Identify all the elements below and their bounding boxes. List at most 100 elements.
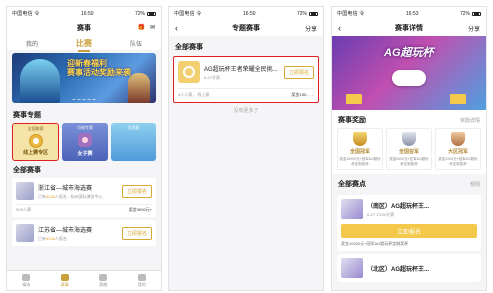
event-mode: 4人人赛， 线上赛 bbox=[178, 92, 210, 97]
page-header: ‹ 专题赛事 分享 bbox=[169, 20, 323, 36]
tabbar-me[interactable]: 我的 bbox=[130, 273, 154, 288]
time-label: 16:50 bbox=[243, 10, 256, 17]
battery-label: 72% bbox=[134, 10, 145, 17]
emblem-icon bbox=[77, 133, 92, 147]
chevron-down-icon[interactable]: ⌄ bbox=[311, 92, 314, 97]
rules-link[interactable]: 规则 bbox=[470, 181, 480, 188]
topic-label: 线上赛专区 bbox=[23, 150, 49, 156]
time-label: 16:50 bbox=[81, 10, 94, 17]
share-button[interactable]: 分享 bbox=[468, 24, 480, 33]
event-name: 江苏省—城市海选赛 bbox=[38, 227, 93, 234]
match-name: （南区）AG超玩杯王... bbox=[367, 203, 430, 210]
silver-trophy-icon bbox=[402, 132, 416, 146]
event-date: 6-27开赛 bbox=[204, 74, 221, 80]
signup-button[interactable]: 立即报名 bbox=[121, 226, 152, 240]
awards-title: 赛事奖励 bbox=[338, 117, 366, 124]
match-card[interactable]: （北区）AG超玩杯王... bbox=[337, 254, 481, 282]
signup-button[interactable]: 立即报名 bbox=[283, 65, 314, 79]
community-icon bbox=[99, 273, 108, 281]
carrier-label: 中国电信 令 bbox=[337, 11, 365, 17]
topics-row: 全国联赛 线上赛专区 巾帼专赛 女子赛 全国赛 bbox=[7, 123, 161, 161]
home-icon bbox=[22, 273, 31, 281]
user-icon bbox=[137, 273, 146, 281]
event-thumbnail bbox=[16, 224, 34, 242]
page-title: 赛事详情 bbox=[395, 25, 423, 32]
battery-label: 72% bbox=[296, 10, 307, 17]
event-card-highlighted[interactable]: AG超玩杯王者荣耀全民挑... 6-27开赛 立即报名 4人人赛， 线上赛 奖金1… bbox=[173, 56, 319, 103]
match-card[interactable]: （南区）AG超玩杯王... 6-27 13:00开赛 立即报名 奖金10000元… bbox=[337, 195, 481, 251]
bottom-tabbar: 精选 赛事 赛圈 我的 bbox=[7, 270, 161, 290]
coin-icon bbox=[28, 134, 43, 148]
message-icon[interactable]: ✉ bbox=[150, 24, 155, 31]
event-banner: AG超玩杯 bbox=[332, 36, 486, 110]
event-name: AG超玩杯王者荣耀全民挑... bbox=[204, 66, 278, 73]
carrier-label: 中国电信 令 bbox=[174, 11, 202, 17]
back-icon[interactable]: ‹ bbox=[338, 23, 341, 33]
topic-women[interactable]: 巾帼专赛 女子赛 bbox=[62, 123, 108, 161]
event-prize: 奖金150... bbox=[291, 92, 310, 97]
awards-more-link[interactable]: 奖励详情 bbox=[460, 117, 480, 124]
topic-online[interactable]: 全国联赛 线上赛专区 bbox=[12, 123, 60, 161]
no-more-label: 没有更多了 bbox=[233, 108, 259, 114]
battery-label: 72% bbox=[459, 10, 470, 17]
back-icon[interactable]: ‹ bbox=[175, 23, 178, 33]
block-decoration bbox=[450, 94, 466, 104]
award-item: 全国亚军 奖金5000元+亚军AG超玩杯定制奖杯 bbox=[386, 128, 432, 170]
block-decoration bbox=[346, 94, 362, 104]
match-name: （北区）AG超玩杯王... bbox=[367, 266, 430, 273]
event-sub: 已有4226人报名 · 杭州国际博览中心 bbox=[38, 193, 103, 199]
status-bar: 中国电信 令 16:53 72% bbox=[332, 7, 486, 20]
carrier-label: 中国电信 令 bbox=[12, 11, 40, 17]
signup-button[interactable]: 立即报名 bbox=[341, 224, 477, 238]
awards-row: 全国冠军 奖金10000元+冠军AG超玩杯定制奖杯 全国亚军 奖金5000元+亚军A… bbox=[332, 128, 486, 174]
hero-figure-secondary bbox=[128, 73, 150, 103]
topic-national[interactable]: 全国赛 bbox=[110, 123, 156, 161]
page-header: ‹ 赛事详情 分享 bbox=[332, 20, 486, 36]
topic-tag: 巾帼专赛 bbox=[76, 125, 93, 130]
trophy-icon bbox=[60, 273, 69, 281]
tab-teams[interactable]: 队伍 bbox=[130, 39, 142, 48]
award-item: 大区冠军 奖金1000元+冠军AG超玩杯定制奖杯 bbox=[435, 128, 481, 170]
event-thumbnail bbox=[16, 182, 34, 200]
match-thumbnail bbox=[341, 199, 363, 219]
tabbar-home[interactable]: 精选 bbox=[14, 273, 38, 288]
promo-banner[interactable]: 迎新春福利 赛事活动奖励来袭 bbox=[12, 53, 156, 103]
share-button[interactable]: 分享 bbox=[305, 24, 317, 33]
tab-matches[interactable]: 比赛 bbox=[76, 38, 92, 52]
match-prize: 奖金10000元+冠军AG超玩杯定制奖杯 bbox=[341, 241, 409, 246]
hero-figure bbox=[20, 59, 60, 103]
match-date: 6-27 13:00开赛 bbox=[367, 211, 395, 217]
signup-button[interactable]: 立即报名 bbox=[121, 184, 152, 198]
page-header: 赛事 🎁 ✉ bbox=[7, 20, 161, 36]
points-header: 全部赛点 规则 bbox=[332, 174, 486, 192]
match-thumbnail bbox=[341, 258, 363, 278]
topic-label: 女子赛 bbox=[77, 151, 93, 157]
banner-line1: 迎新春福利 bbox=[67, 59, 107, 68]
gamepad-icon bbox=[392, 70, 426, 86]
carousel-dots bbox=[72, 98, 96, 100]
topics-title: 赛事专题 bbox=[13, 112, 41, 119]
page-title: 专题赛事 bbox=[232, 25, 260, 32]
tabbar-circle[interactable]: 赛圈 bbox=[91, 273, 115, 288]
banner-logo: AG超玩杯 bbox=[384, 47, 434, 59]
battery-icon bbox=[309, 11, 318, 16]
tab-mine[interactable]: 我的 bbox=[26, 39, 38, 48]
event-thumbnail bbox=[178, 61, 200, 83]
phone-screen-topic: 中国电信 令 16:50 72% ‹ 专题赛事 分享 全部赛事 AG超玩杯王者荣… bbox=[168, 6, 324, 291]
event-card[interactable]: 浙江省—城市海选赛 已有4226人报名 · 杭州国际博览中心 立即报名 5V5人… bbox=[12, 178, 156, 217]
topic-tag: 全国赛 bbox=[127, 125, 140, 130]
event-card[interactable]: 江苏省—城市海选赛 已有4226人报名 立即报名 bbox=[12, 220, 156, 246]
event-mode: 5V5人赛 bbox=[16, 207, 32, 212]
bronze-trophy-icon bbox=[451, 132, 465, 146]
event-name: 浙江省—城市海选赛 bbox=[38, 185, 93, 192]
tab-bar: 我的 比赛 队伍 bbox=[7, 36, 161, 52]
points-title: 全部赛点 bbox=[338, 181, 366, 188]
gift-icon[interactable]: 🎁 bbox=[137, 24, 144, 31]
battery-icon bbox=[147, 11, 156, 16]
tabbar-events[interactable]: 赛事 bbox=[53, 273, 77, 288]
list-title: 全部赛事 bbox=[175, 44, 203, 51]
page-title: 赛事 bbox=[77, 25, 91, 32]
phone-screen-events: 中国电信 令 16:50 72% 赛事 🎁 ✉ 我的 比赛 队伍 迎新春福利 赛事活… bbox=[6, 6, 162, 291]
topic-tag: 全国联赛 bbox=[27, 126, 44, 131]
award-item: 全国冠军 奖金10000元+冠军AG超玩杯定制奖杯 bbox=[337, 128, 383, 170]
